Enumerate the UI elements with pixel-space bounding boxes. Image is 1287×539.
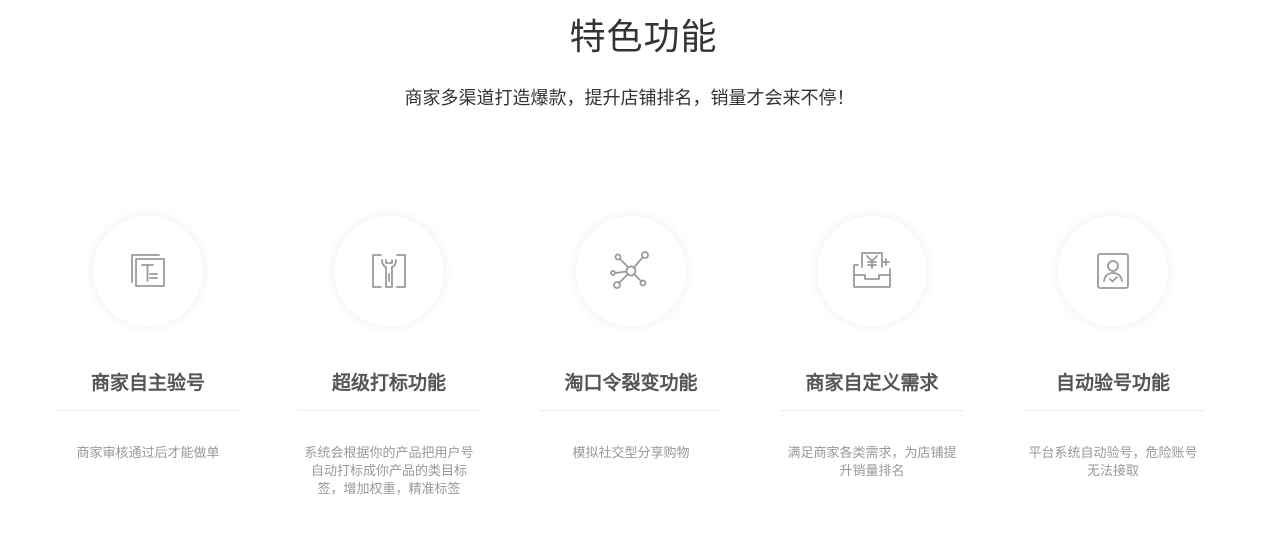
page-subtitle: 商家多渠道打造爆款，提升店铺排名，销量才会来不停！ bbox=[404, 88, 855, 109]
feature-desc: 系统会根据你的产品把用户号自动打标成你产品的类目标签，增加权重，精准标签 bbox=[304, 446, 474, 497]
feature-card: 超级打标功能 系统会根据你的产品把用户号自动打标成你产品的类目标签，增加权重，精… bbox=[298, 216, 480, 499]
feature-card: 淘口令裂变功能 模拟社交型分享购物 bbox=[540, 216, 722, 463]
feature-title: 商家自主验号 bbox=[57, 370, 239, 411]
feature-card: 自动验号功能 平台系统自动验号，危险账号无法接取 bbox=[1022, 216, 1204, 481]
feature-title: 自动验号功能 bbox=[1022, 370, 1204, 411]
user-verify-icon[interactable] bbox=[1058, 216, 1168, 326]
feature-desc: 模拟社交型分享购物 bbox=[572, 446, 690, 461]
feature-title: 商家自定义需求 bbox=[781, 370, 963, 411]
feature-title: 超级打标功能 bbox=[298, 370, 480, 411]
feature-desc: 满足商家各类需求，为店铺提升销量排名 bbox=[787, 446, 957, 479]
yen-inbox-icon[interactable] bbox=[817, 216, 927, 326]
network-icon[interactable] bbox=[576, 216, 686, 326]
tools-icon[interactable] bbox=[334, 216, 444, 326]
document-icon[interactable] bbox=[93, 216, 203, 326]
page-title: 特色功能 bbox=[569, 17, 718, 58]
feature-desc: 商家审核通过后才能做单 bbox=[76, 446, 220, 461]
feature-card: 商家自主验号 商家审核通过后才能做单 bbox=[57, 216, 239, 463]
features-list: 商家自主验号 商家审核通过后才能做单 超级打标功能 系统会根据你的产品把用户号自… bbox=[0, 216, 1287, 536]
feature-card: 商家自定义需求 满足商家各类需求，为店铺提升销量排名 bbox=[781, 216, 963, 481]
feature-desc: 平台系统自动验号，危险账号无法接取 bbox=[1028, 446, 1198, 479]
feature-title: 淘口令裂变功能 bbox=[540, 370, 722, 411]
